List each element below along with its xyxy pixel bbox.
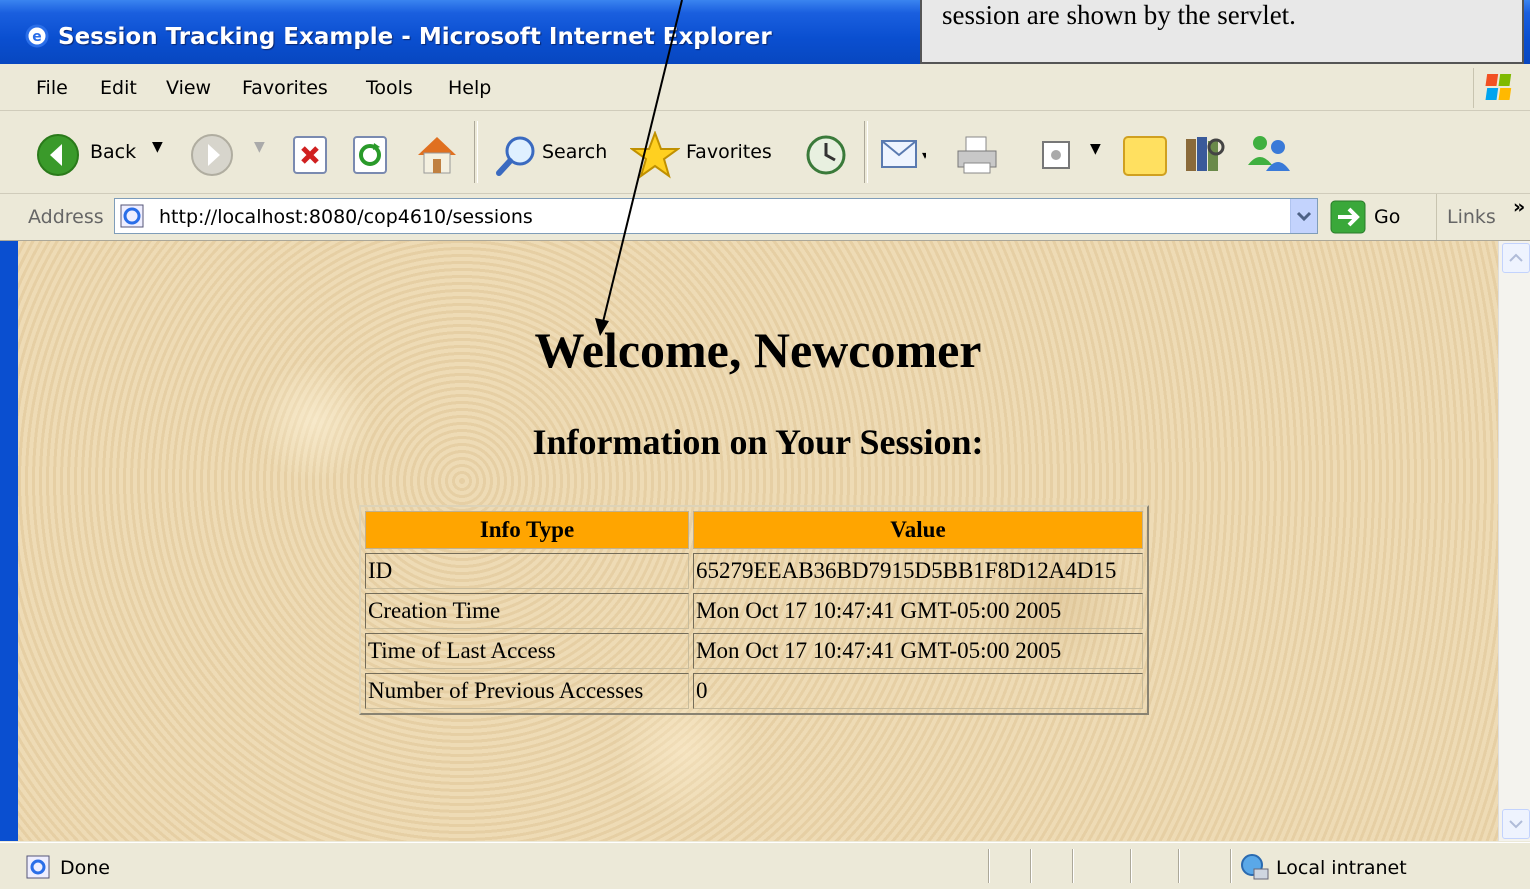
page-icon: [120, 204, 144, 228]
svg-text:e: e: [32, 29, 42, 45]
scroll-down-button[interactable]: [1502, 809, 1530, 839]
status-bar: Done Local intranet: [0, 842, 1530, 889]
svg-text:▾: ▾: [922, 148, 926, 162]
chevron-right-icon[interactable]: »: [1513, 196, 1525, 218]
messenger-icon[interactable]: [1244, 131, 1294, 177]
back-button[interactable]: Back: [90, 141, 136, 163]
menu-bar: File Edit View Favorites Tools Help: [0, 66, 1530, 111]
menu-tools[interactable]: Tools: [366, 77, 413, 99]
status-text: Done: [60, 857, 110, 879]
notes-icon[interactable]: [1122, 135, 1168, 177]
page-heading: Welcome, Newcomer: [534, 322, 982, 378]
page-content: Welcome, Newcomer Information on Your Se…: [18, 241, 1498, 841]
stop-icon[interactable]: [292, 135, 330, 175]
menu-help[interactable]: Help: [448, 77, 491, 99]
table-header-info-type: Info Type: [365, 511, 689, 549]
forward-icon[interactable]: [190, 133, 234, 177]
zone-text: Local intranet: [1276, 857, 1407, 879]
print-icon[interactable]: [954, 133, 1000, 177]
edit-dropdown-icon[interactable]: ▼: [1090, 141, 1101, 157]
menu-favorites[interactable]: Favorites: [242, 77, 328, 99]
table-cell: Mon Oct 17 10:47:41 GMT-05:00 2005: [693, 633, 1143, 669]
favorites-icon[interactable]: [630, 131, 680, 179]
table-header-row: Info Type Value: [365, 511, 1143, 549]
table-cell: Time of Last Access: [365, 633, 689, 669]
table-row: Time of Last Access Mon Oct 17 10:47:41 …: [365, 633, 1143, 669]
standard-toolbar: Back ▼ ▼ Search Favorites ▾ ▼: [0, 111, 1530, 194]
mail-icon[interactable]: ▾: [878, 135, 926, 175]
window-title: Session Tracking Example - Microsoft Int…: [58, 24, 772, 50]
home-icon[interactable]: [414, 131, 460, 177]
refresh-icon[interactable]: [352, 135, 390, 175]
address-url[interactable]: http://localhost:8080/cop4610/sessions: [159, 206, 533, 228]
search-button[interactable]: Search: [542, 141, 607, 163]
page-subheading: Information on Your Session:: [532, 422, 984, 462]
menu-view[interactable]: View: [166, 77, 211, 99]
research-icon[interactable]: [1182, 131, 1228, 177]
search-icon[interactable]: [494, 133, 538, 177]
back-dropdown-icon[interactable]: ▼: [152, 139, 163, 155]
window-frame: [0, 241, 18, 841]
table-header-value: Value: [693, 511, 1143, 549]
table-row: Number of Previous Accesses 0: [365, 673, 1143, 709]
links-toolbar[interactable]: Links »: [1436, 194, 1525, 240]
menu-file[interactable]: File: [36, 77, 68, 99]
annotation-text: session are shown by the servlet.: [942, 0, 1296, 30]
menu-edit[interactable]: Edit: [100, 77, 137, 99]
address-field[interactable]: http://localhost:8080/cop4610/sessions: [114, 198, 1318, 234]
table-row: Creation Time Mon Oct 17 10:47:41 GMT-05…: [365, 593, 1143, 629]
favorites-button[interactable]: Favorites: [686, 141, 772, 163]
ie-icon: e: [25, 24, 49, 48]
ie-page-icon: [26, 855, 50, 879]
table-cell: Creation Time: [365, 593, 689, 629]
address-label: Address: [28, 206, 104, 228]
history-icon[interactable]: [804, 133, 848, 177]
vertical-scrollbar[interactable]: [1498, 241, 1530, 841]
scroll-up-button[interactable]: [1502, 243, 1530, 273]
table-cell: 0: [693, 673, 1143, 709]
back-icon[interactable]: [36, 133, 80, 177]
address-dropdown-icon[interactable]: [1290, 199, 1317, 233]
go-icon[interactable]: [1330, 200, 1366, 234]
address-bar: Address http://localhost:8080/cop4610/se…: [0, 194, 1530, 241]
table-cell: Number of Previous Accesses: [365, 673, 689, 709]
annotation-callout: session are shown by the servlet.: [920, 0, 1524, 64]
local-intranet-icon: [1241, 854, 1269, 880]
links-label[interactable]: Links: [1447, 206, 1496, 228]
session-info-table: Info Type Value ID 65279EEAB36BD7915D5BB…: [359, 505, 1149, 715]
table-row: ID 65279EEAB36BD7915D5BB1F8D12A4D15: [365, 553, 1143, 589]
edit-icon[interactable]: [1040, 139, 1072, 171]
windows-logo-icon: [1473, 68, 1526, 108]
table-cell: ID: [365, 553, 689, 589]
forward-dropdown-icon[interactable]: ▼: [254, 139, 265, 155]
table-cell: 65279EEAB36BD7915D5BB1F8D12A4D15: [693, 553, 1143, 589]
table-cell: Mon Oct 17 10:47:41 GMT-05:00 2005: [693, 593, 1143, 629]
go-button[interactable]: Go: [1374, 206, 1400, 228]
